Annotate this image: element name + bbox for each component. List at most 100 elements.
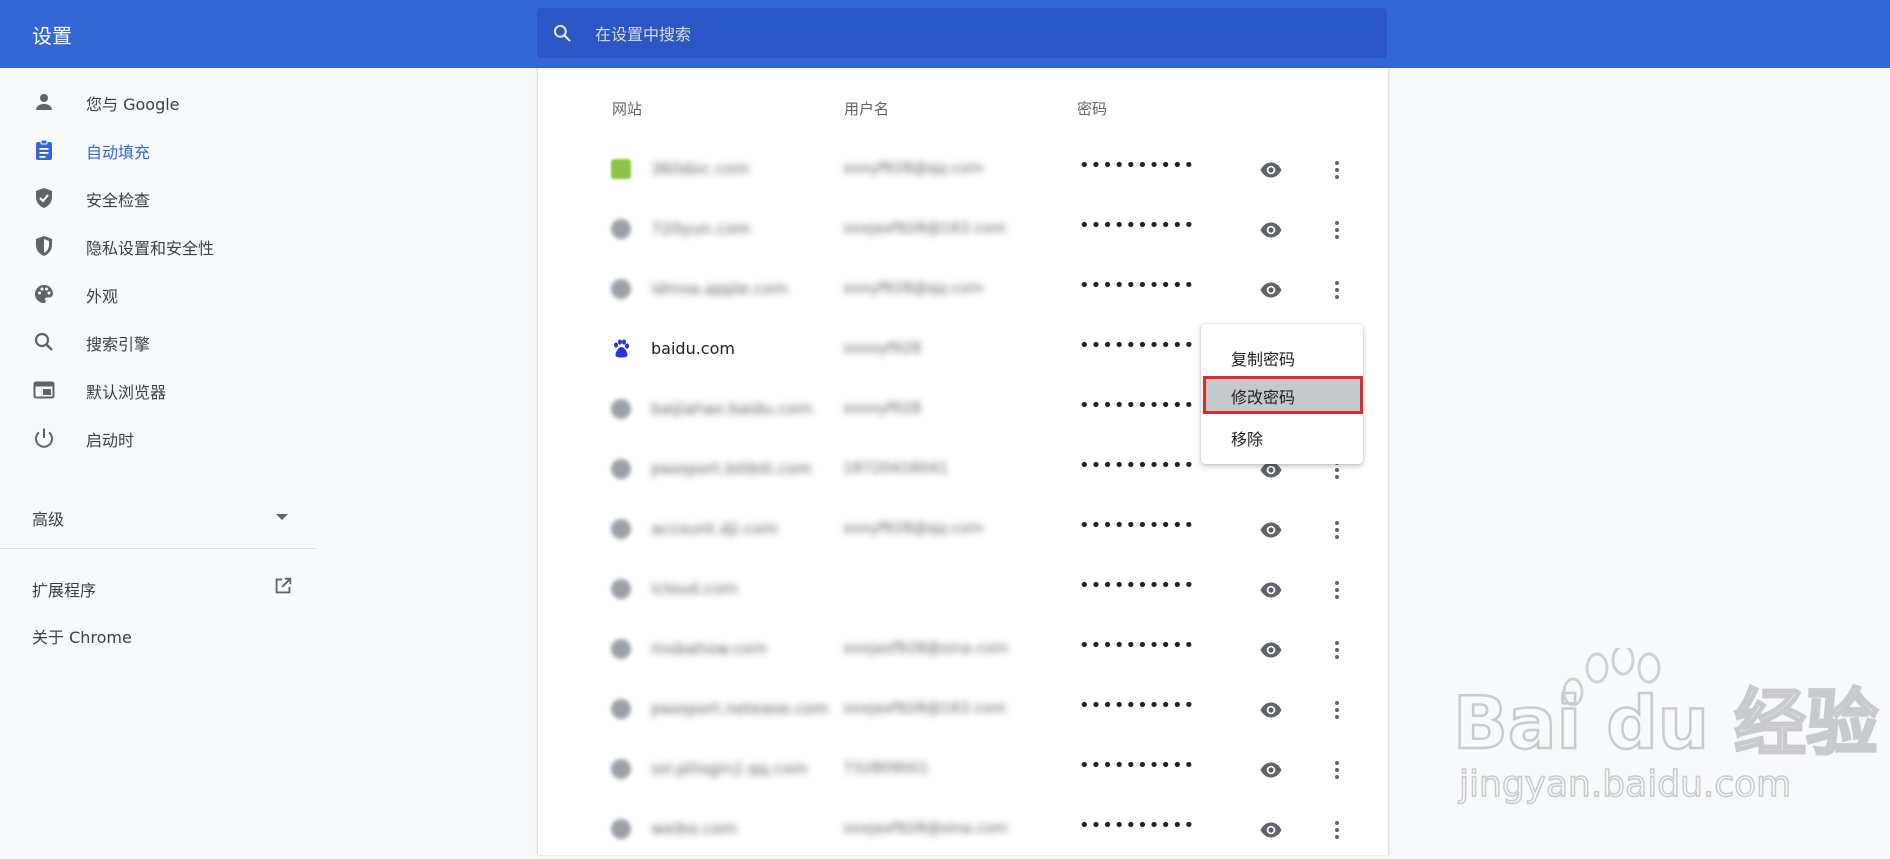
username: xxxjaxf928@sina.com <box>843 819 1009 837</box>
palette-icon <box>34 285 53 303</box>
more-actions-icon[interactable] <box>1325 818 1349 842</box>
show-password-eye-icon[interactable] <box>1259 758 1283 782</box>
globe-icon <box>611 399 631 419</box>
show-password-eye-icon[interactable] <box>1259 698 1283 722</box>
search-box[interactable] <box>537 8 1387 58</box>
site-name: idmsa.apple.com <box>651 279 789 298</box>
username: xxxyf928@qq.com <box>843 159 984 177</box>
sidebar-item-appearance[interactable]: 外观 <box>0 270 300 316</box>
advanced-toggle[interactable]: 高级 <box>32 502 292 532</box>
advanced-label: 高级 <box>32 510 65 529</box>
sidebar-item-label: 自动填充 <box>86 143 151 162</box>
show-password-eye-icon[interactable] <box>1259 278 1283 302</box>
sidebar: 您与 Google 自动填充 安全检查 隐私设置和安全性 外观 搜索引擎 默认浏… <box>0 68 316 855</box>
password-row: account.dji.com xxxyf928@qq.com •••••••••• <box>537 499 1387 559</box>
menu-item-label: 移除 <box>1231 430 1264 449</box>
more-actions-icon[interactable] <box>1325 758 1349 782</box>
person-icon <box>36 94 52 110</box>
password-row: idmsa.apple.com xxxyf928@qq.com •••••••••• <box>537 259 1387 319</box>
sidebar-item-label: 搜索引擎 <box>86 335 151 354</box>
watermark-brand: Bai du 经验 <box>1453 681 1878 765</box>
open-in-new-icon <box>275 577 292 594</box>
site-name: weibo.com <box>651 819 738 838</box>
sidebar-item-autofill[interactable]: 自动填充 <box>0 126 300 172</box>
sidebar-divider <box>0 548 316 549</box>
sidebar-item-you-and-google[interactable]: 您与 Google <box>0 78 300 124</box>
password-row: 360doc.com xxxyf928@qq.com •••••••••• <box>537 139 1387 199</box>
column-header-site: 网站 <box>612 100 643 118</box>
more-actions-icon[interactable] <box>1325 278 1349 302</box>
app-title: 设置 <box>32 24 72 48</box>
username: 732809001 <box>843 759 929 777</box>
edit-password-menu-item[interactable]: 修改密码 <box>1203 376 1363 414</box>
show-password-eye-icon[interactable] <box>1259 158 1283 182</box>
more-actions-icon[interactable] <box>1325 638 1349 662</box>
caret-down-icon <box>276 514 288 520</box>
sidebar-item-default-browser[interactable]: 默认浏览器 <box>0 366 300 412</box>
password-dots: •••••••••• <box>1079 575 1196 596</box>
site-name: passport.bilibili.com <box>651 459 812 478</box>
row-context-menu: 复制密码 修改密码 移除 <box>1201 324 1363 464</box>
sidebar-item-safety-check[interactable]: 安全检查 <box>0 174 300 220</box>
username: xxxjaxf928@163.com <box>843 699 1007 717</box>
extensions-link[interactable]: 扩展程序 <box>32 571 298 603</box>
password-row: passport.netease.com xxxjaxf928@163.com ••… <box>537 679 1387 739</box>
password-dots: •••••••••• <box>1079 455 1196 476</box>
password-dots: •••••••••• <box>1079 275 1196 296</box>
search-input[interactable] <box>593 20 1357 48</box>
sidebar-item-on-startup[interactable]: 启动时 <box>0 414 300 460</box>
search-icon <box>553 24 571 42</box>
remove-menu-item[interactable]: 移除 <box>1201 418 1363 454</box>
password-dots: •••••••••• <box>1079 335 1196 356</box>
clipboard-icon <box>36 139 52 160</box>
password-dots: •••••••••• <box>1079 515 1196 536</box>
globe-icon <box>611 639 631 659</box>
sidebar-item-privacy[interactable]: 隐私设置和安全性 <box>0 222 300 268</box>
password-dots: •••••••••• <box>1079 155 1196 176</box>
column-header-username: 用户名 <box>844 100 890 118</box>
baidu-jingyan-watermark: Bai du 经验 jingyan.baidu.com <box>1452 648 1879 806</box>
username: xxxjaxf928@sina.com <box>843 639 1009 657</box>
sidebar-item-label: 外观 <box>86 287 119 306</box>
globe-icon <box>611 819 631 839</box>
browser-icon <box>33 381 55 399</box>
sidebar-item-label: 隐私设置和安全性 <box>86 239 215 258</box>
extensions-label: 扩展程序 <box>32 581 97 600</box>
site-name: 360doc.com <box>651 159 750 178</box>
globe-icon <box>611 759 631 779</box>
show-password-eye-icon[interactable] <box>1259 818 1283 842</box>
more-actions-icon[interactable] <box>1325 698 1349 722</box>
show-password-eye-icon[interactable] <box>1259 218 1283 242</box>
password-dots: •••••••••• <box>1079 215 1196 236</box>
search-icon <box>34 332 53 351</box>
more-actions-icon[interactable] <box>1325 218 1349 242</box>
site-name: icloud.com <box>651 579 739 598</box>
copy-password-menu-item[interactable]: 复制密码 <box>1201 338 1363 374</box>
menu-item-label: 复制密码 <box>1231 350 1296 369</box>
watermark-url: jingyan.baidu.com <box>1458 764 1791 805</box>
shield-half-icon <box>36 236 52 256</box>
site-name: ssl.ptlogin2.qq.com <box>651 759 808 778</box>
power-icon <box>35 428 53 448</box>
sidebar-item-label: 默认浏览器 <box>86 383 167 402</box>
username: xxxxyf928 <box>843 399 922 417</box>
show-password-eye-icon[interactable] <box>1259 578 1283 602</box>
password-dots: •••••••••• <box>1079 695 1196 716</box>
sidebar-item-label: 安全检查 <box>86 191 151 210</box>
sidebar-item-label: 启动时 <box>86 431 135 450</box>
more-actions-icon[interactable] <box>1325 578 1349 602</box>
password-row: mobahow.com xxxjaxf928@sina.com •••••••••• <box>537 619 1387 679</box>
menu-item-label: 修改密码 <box>1231 388 1296 407</box>
about-chrome-link[interactable]: 关于 Chrome <box>32 624 132 648</box>
globe-icon <box>611 699 631 719</box>
password-row: icloud.com •••••••••• <box>537 559 1387 619</box>
sidebar-item-search-engine[interactable]: 搜索引擎 <box>0 318 300 364</box>
show-password-eye-icon[interactable] <box>1259 518 1283 542</box>
more-actions-icon[interactable] <box>1325 158 1349 182</box>
username: xxxyf928@qq.com <box>843 279 984 297</box>
site-name: baijiahao.baidu.com <box>651 399 813 418</box>
show-password-eye-icon[interactable] <box>1259 638 1283 662</box>
more-actions-icon[interactable] <box>1325 518 1349 542</box>
username: xxxjaxf928@163.com <box>843 219 1007 237</box>
site-name: 720yun.com <box>651 219 751 238</box>
